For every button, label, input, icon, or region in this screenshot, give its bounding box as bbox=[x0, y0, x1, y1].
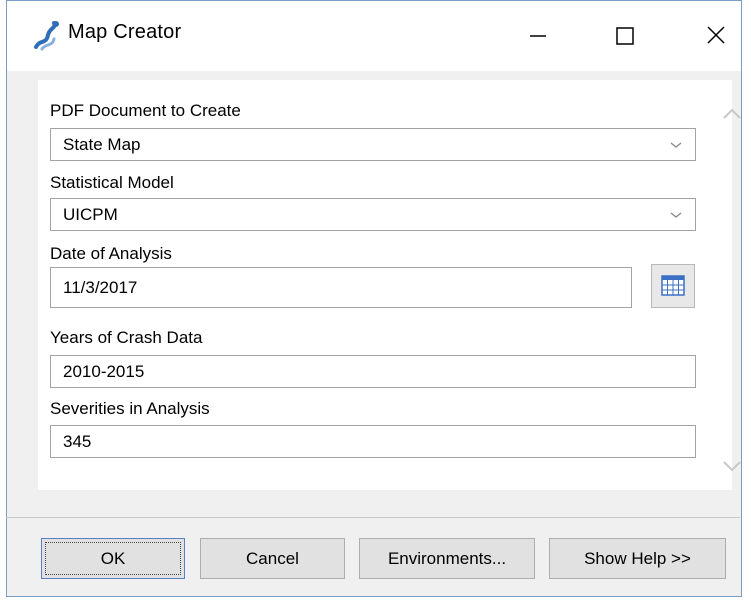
maximize-button[interactable] bbox=[599, 15, 651, 55]
app-icon bbox=[34, 21, 59, 51]
statistical-model-label: Statistical Model bbox=[50, 173, 174, 192]
cancel-button[interactable]: Cancel bbox=[200, 538, 345, 579]
minimize-icon bbox=[530, 35, 546, 37]
close-button[interactable] bbox=[691, 15, 743, 55]
pdf-document-label: PDF Document to Create bbox=[50, 101, 241, 120]
severities-in-analysis-value: 345 bbox=[63, 432, 92, 451]
scroll-up-icon[interactable] bbox=[720, 104, 744, 124]
show-help-button[interactable]: Show Help >> bbox=[549, 538, 726, 579]
date-of-analysis-value: 11/3/2017 bbox=[63, 278, 138, 297]
button-separator bbox=[6, 517, 740, 518]
date-of-analysis-input[interactable]: 11/3/2017 bbox=[50, 267, 632, 308]
years-of-crash-data-value: 2010-2015 bbox=[63, 362, 145, 381]
chevron-down-icon bbox=[670, 142, 682, 148]
severities-in-analysis-input[interactable]: 345 bbox=[50, 425, 696, 458]
date-picker-button[interactable] bbox=[651, 264, 695, 308]
chevron-down-icon bbox=[670, 212, 682, 218]
pdf-document-select[interactable]: State Map bbox=[50, 128, 696, 161]
statistical-model-select[interactable]: UICPM bbox=[50, 198, 696, 231]
date-of-analysis-label: Date of Analysis bbox=[50, 244, 172, 263]
years-of-crash-data-input[interactable]: 2010-2015 bbox=[50, 355, 696, 388]
environments-button[interactable]: Environments... bbox=[359, 538, 535, 579]
window-title: Map Creator bbox=[68, 21, 182, 43]
ok-button[interactable]: OK bbox=[41, 538, 185, 579]
title-bar[interactable]: Map Creator bbox=[7, 1, 741, 71]
severities-in-analysis-label: Severities in Analysis bbox=[50, 399, 210, 418]
scroll-down-icon[interactable] bbox=[720, 456, 744, 476]
pdf-document-value: State Map bbox=[63, 135, 141, 154]
maximize-icon bbox=[616, 27, 634, 45]
statistical-model-value: UICPM bbox=[63, 205, 118, 224]
calendar-icon bbox=[661, 275, 685, 296]
years-of-crash-data-label: Years of Crash Data bbox=[50, 328, 203, 347]
close-icon bbox=[707, 26, 725, 44]
minimize-button[interactable] bbox=[511, 15, 563, 55]
